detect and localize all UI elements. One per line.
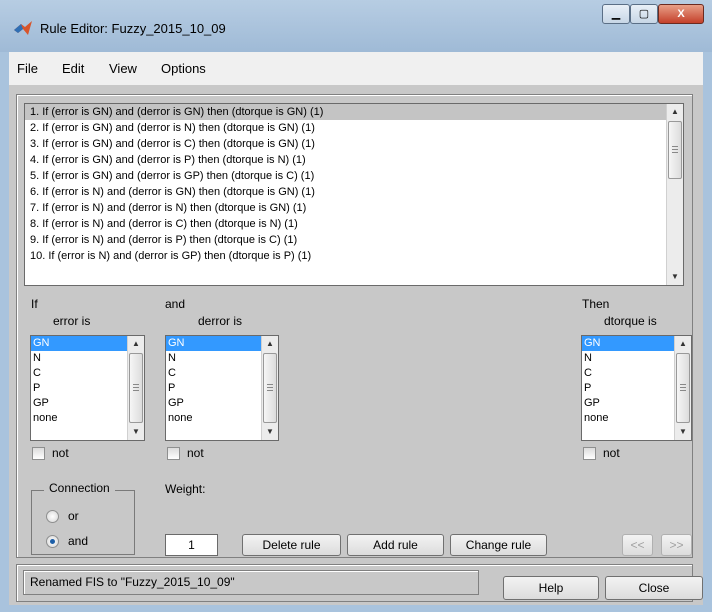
error-not-label: not: [52, 446, 69, 460]
rule-item[interactable]: 6. If (error is N) and (derror is GN) th…: [25, 184, 683, 200]
dtorque-not-checkbox[interactable]: [583, 447, 596, 460]
and-label: and: [68, 534, 89, 548]
menu-options[interactable]: Options: [161, 61, 206, 76]
scroll-up-icon[interactable]: ▲: [667, 104, 683, 120]
scroll-thumb[interactable]: [129, 353, 143, 423]
weight-label: Weight:: [165, 482, 206, 496]
dtorque-scrollbar[interactable]: ▲ ▼: [674, 336, 691, 440]
error-listbox[interactable]: GN N C P GP none ▲ ▼: [30, 335, 145, 441]
rule-item[interactable]: 1. If (error is GN) and (derror is GN) t…: [25, 104, 683, 120]
weight-input[interactable]: 1: [165, 534, 218, 556]
error-label: error is: [53, 314, 91, 328]
and-radio[interactable]: [46, 535, 59, 548]
then-header: Then: [582, 297, 610, 311]
rules-list[interactable]: 1. If (error is GN) and (derror is GN) t…: [24, 103, 684, 286]
menu-bar: File Edit View Options: [9, 52, 703, 85]
error-scrollbar[interactable]: ▲ ▼: [127, 336, 144, 440]
minimize-button[interactable]: ▁: [602, 4, 630, 24]
window-title: Rule Editor: Fuzzy_2015_10_09: [40, 21, 226, 36]
add-rule-button[interactable]: Add rule: [347, 534, 444, 556]
menu-edit[interactable]: Edit: [62, 61, 84, 76]
delete-rule-button[interactable]: Delete rule: [242, 534, 341, 556]
derror-not-checkbox[interactable]: [167, 447, 180, 460]
menu-file[interactable]: File: [17, 61, 38, 76]
close-button[interactable]: Close: [605, 576, 703, 600]
change-rule-button[interactable]: Change rule: [450, 534, 547, 556]
title-bar: Rule Editor: Fuzzy_2015_10_09 ▁ ▢ X: [0, 0, 712, 52]
rules-scrollbar[interactable]: ▲ ▼: [666, 104, 683, 285]
close-window-button[interactable]: X: [658, 4, 704, 24]
rule-item[interactable]: 5. If (error is GN) and (derror is GP) t…: [25, 168, 683, 184]
rule-item[interactable]: 7. If (error is N) and (derror is N) the…: [25, 200, 683, 216]
if-header: If: [31, 297, 38, 311]
or-label: or: [68, 509, 79, 523]
scroll-down-icon[interactable]: ▼: [675, 424, 691, 440]
maximize-button[interactable]: ▢: [630, 4, 658, 24]
scroll-up-icon[interactable]: ▲: [128, 336, 144, 352]
matlab-logo-icon: [14, 21, 32, 35]
help-button[interactable]: Help: [503, 576, 599, 600]
error-not-checkbox[interactable]: [32, 447, 45, 460]
scroll-up-icon[interactable]: ▲: [675, 336, 691, 352]
dtorque-not-label: not: [603, 446, 620, 460]
dtorque-listbox[interactable]: GN N C P GP none ▲ ▼: [581, 335, 692, 441]
derror-scrollbar[interactable]: ▲ ▼: [261, 336, 278, 440]
connection-label: Connection: [44, 481, 115, 495]
derror-label: derror is: [198, 314, 243, 328]
scroll-thumb[interactable]: [668, 121, 682, 179]
rule-item[interactable]: 3. If (error is GN) and (derror is C) th…: [25, 136, 683, 152]
scroll-thumb[interactable]: [676, 353, 690, 423]
and-header: and: [165, 297, 186, 311]
scroll-down-icon[interactable]: ▼: [128, 424, 144, 440]
scroll-thumb[interactable]: [263, 353, 277, 423]
rule-item[interactable]: 10. If (error is N) and (derror is GP) t…: [25, 248, 683, 264]
status-text: Renamed FIS to "Fuzzy_2015_10_09": [23, 570, 479, 595]
or-radio[interactable]: [46, 510, 59, 523]
derror-not-label: not: [187, 446, 204, 460]
dtorque-label: dtorque is: [604, 314, 657, 328]
rule-item[interactable]: 8. If (error is N) and (derror is C) the…: [25, 216, 683, 232]
rule-editor-window: Rule Editor: Fuzzy_2015_10_09 ▁ ▢ X File…: [0, 0, 712, 612]
next-button[interactable]: >>: [661, 534, 692, 556]
rule-item[interactable]: 4. If (error is GN) and (derror is P) th…: [25, 152, 683, 168]
rule-item[interactable]: 9. If (error is N) and (derror is P) the…: [25, 232, 683, 248]
scroll-down-icon[interactable]: ▼: [262, 424, 278, 440]
previous-button[interactable]: <<: [622, 534, 653, 556]
menu-view[interactable]: View: [109, 61, 137, 76]
rule-item[interactable]: 2. If (error is GN) and (derror is N) th…: [25, 120, 683, 136]
scroll-down-icon[interactable]: ▼: [667, 269, 683, 285]
derror-listbox[interactable]: GN N C P GP none ▲ ▼: [165, 335, 279, 441]
scroll-up-icon[interactable]: ▲: [262, 336, 278, 352]
